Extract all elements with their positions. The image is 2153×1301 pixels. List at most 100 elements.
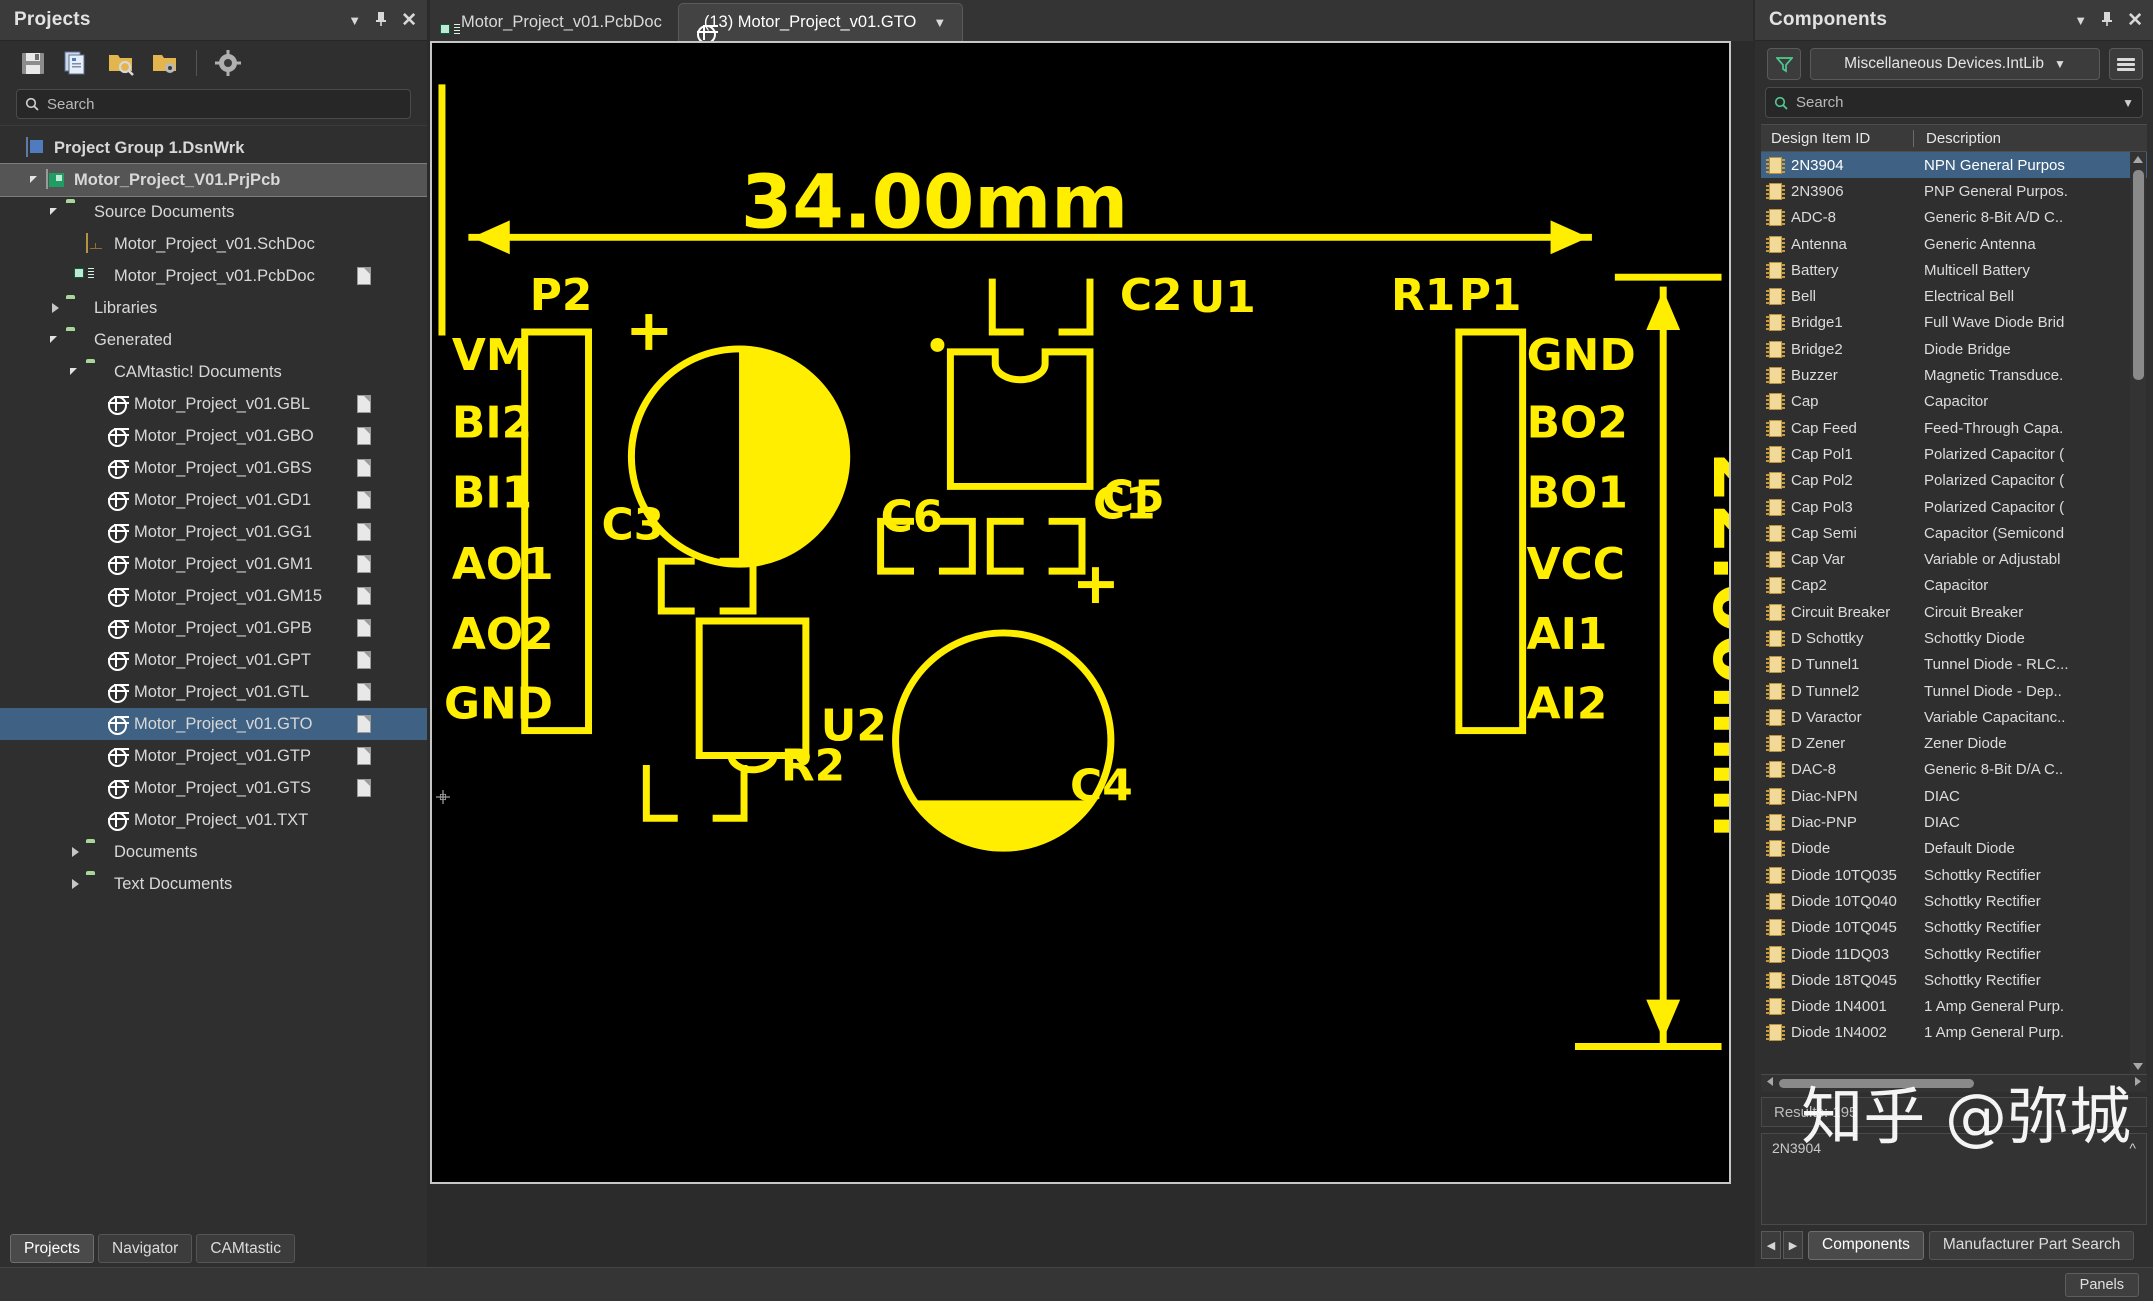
close-icon[interactable]: ✕ [401,11,417,30]
tree-item[interactable]: Motor_Project_v01.SchDoc [0,228,427,260]
components-horizontal-scrollbar[interactable] [1761,1075,2147,1092]
close-icon[interactable]: ✕ [2127,11,2143,30]
tree-item[interactable]: Motor_Project_v01.GBS [0,452,427,484]
tree-item[interactable]: Motor_Project_v01.GTL [0,676,427,708]
table-row[interactable]: Diode Default Diode [1761,836,2147,862]
table-row[interactable]: Battery Multicell Battery [1761,257,2147,283]
chevron-down-icon[interactable]: ▼ [348,14,361,27]
expand-toggle-icon[interactable] [48,204,64,220]
tree-item[interactable]: Motor_Project_v01.GTS [0,772,427,804]
scroll-down-arrow[interactable] [2130,1059,2146,1074]
column-header-description[interactable]: Description [1914,130,2001,147]
panels-button[interactable]: Panels [2064,1272,2139,1297]
library-selector[interactable]: Miscellaneous Devices.IntLib ▼ [1810,48,2100,80]
tree-item[interactable]: Motor_Project_v01.GBL [0,388,427,420]
scrollbar-thumb[interactable] [2133,170,2144,380]
table-row[interactable]: Diode 18TQ045 Schottky Rectifier [1761,967,2147,993]
table-row[interactable]: D Schottky Schottky Diode [1761,625,2147,651]
chevron-up-icon[interactable]: ^ [2129,1140,2136,1156]
table-row[interactable]: Diode 10TQ035 Schottky Rectifier [1761,862,2147,888]
table-row[interactable]: Cap Semi Capacitor (Semicond [1761,520,2147,546]
expand-toggle-icon[interactable] [68,876,84,892]
tree-item[interactable]: Motor_Project_v01.GTP [0,740,427,772]
hamburger-icon[interactable] [2109,48,2143,80]
save-icon[interactable] [18,48,48,78]
projects-bottom-tabs[interactable]: Projects Navigator CAMtastic [0,1227,427,1267]
hscrollbar-thumb[interactable] [1779,1079,1974,1088]
expand-toggle-icon[interactable] [28,172,44,188]
document-tab[interactable]: Motor_Project_v01.PcbDoc [436,3,678,41]
panel-tab-projects[interactable]: Projects [10,1234,94,1263]
tree-item[interactable]: Libraries [0,292,427,324]
document-tab-strip[interactable]: Motor_Project_v01.PcbDoc (13) Motor_Proje… [430,0,1753,41]
panel-tab-navigator[interactable]: Navigator [98,1234,193,1263]
column-header-design-item-id[interactable]: Design Item ID [1761,130,1913,147]
table-row[interactable]: Cap Pol3 Polarized Capacitor ( [1761,494,2147,520]
table-row[interactable]: Bell Electrical Bell [1761,283,2147,309]
expand-toggle-icon[interactable] [48,300,64,316]
components-search-box[interactable]: ▼ [1765,87,2143,118]
chevron-down-icon[interactable]: ▼ [933,15,946,30]
documents-icon[interactable] [62,48,92,78]
tab-components[interactable]: Components [1808,1230,1924,1260]
tree-item[interactable]: CAMtastic! Documents [0,356,427,388]
tree-item[interactable]: Motor_Project_v01.GPB [0,612,427,644]
tree-item[interactable]: Motor_Project_v01.GM15 [0,580,427,612]
table-row[interactable]: Diode 1N4001 1 Amp General Purp. [1761,994,2147,1020]
panel-nav-arrows[interactable]: ◀ ▶ [1761,1231,1803,1259]
project-tree[interactable]: Project Group 1.DsnWrk Motor_Project_V01.… [0,125,427,1227]
funnel-icon[interactable] [1767,48,1801,80]
tree-item[interactable]: Source Documents [0,196,427,228]
tree-item[interactable]: Motor_Project_v01.GPT [0,644,427,676]
tab-manufacturer-part-search[interactable]: Manufacturer Part Search [1928,1230,2135,1260]
table-row[interactable]: D Tunnel2 Tunnel Diode - Dep.. [1761,678,2147,704]
pin-icon[interactable] [2100,11,2114,30]
tree-item[interactable]: Motor_Project_v01.GM1 [0,548,427,580]
table-row[interactable]: D Varactor Variable Capacitanc.. [1761,704,2147,730]
table-row[interactable]: Buzzer Magnetic Transduce. [1761,362,2147,388]
tree-item[interactable]: Motor_Project_v01.GD1 [0,484,427,516]
cam-editor-canvas[interactable]: 34.00mm 22.00mm P2 C2 U1 R1 P1 VM BI2 BI… [430,41,1731,1184]
table-row[interactable]: Cap Pol1 Polarized Capacitor ( [1761,441,2147,467]
table-row[interactable]: Diode 11DQ03 Schottky Rectifier [1761,941,2147,967]
table-row[interactable]: ADC-8 Generic 8-Bit A/D C.. [1761,205,2147,231]
expand-toggle-icon[interactable] [48,332,64,348]
table-row[interactable]: Cap Capacitor [1761,389,2147,415]
table-row[interactable]: DAC-8 Generic 8-Bit D/A C.. [1761,757,2147,783]
tree-item[interactable]: Project Group 1.DsnWrk [0,132,427,164]
scroll-up-arrow[interactable] [2130,152,2146,167]
chevron-down-icon[interactable]: ▼ [2122,96,2134,110]
scroll-right-arrow[interactable] [2132,1075,2145,1093]
tree-item[interactable]: Motor_Project_v01.PcbDoc [0,260,427,292]
table-row[interactable]: Bridge2 Diode Bridge [1761,336,2147,362]
table-row[interactable]: Cap Pol2 Polarized Capacitor ( [1761,468,2147,494]
table-row[interactable]: Circuit Breaker Circuit Breaker [1761,599,2147,625]
table-row[interactable]: Diac-NPN DIAC [1761,783,2147,809]
tree-item[interactable]: Documents [0,836,427,868]
table-row[interactable]: D Tunnel1 Tunnel Diode - RLC... [1761,652,2147,678]
table-row[interactable]: D Zener Zener Diode [1761,731,2147,757]
open-folder-search-icon[interactable] [106,48,136,78]
table-row[interactable]: Cap Feed Feed-Through Capa. [1761,415,2147,441]
tree-item[interactable]: Motor_Project_v01.GTO [0,708,427,740]
table-row[interactable]: Antenna Generic Antenna [1761,231,2147,257]
nav-prev-icon[interactable]: ◀ [1761,1231,1781,1259]
table-row[interactable]: Diac-PNP DIAC [1761,809,2147,835]
tree-item[interactable]: Motor_Project_v01.TXT [0,804,427,836]
table-row[interactable]: Cap2 Capacitor [1761,573,2147,599]
folder-settings-icon[interactable] [150,48,180,78]
search-input[interactable] [47,95,402,113]
tree-item[interactable]: Motor_Project_v01.GBO [0,420,427,452]
tree-item[interactable]: Generated [0,324,427,356]
tree-item[interactable]: Motor_Project_V01.PrjPcb [0,163,427,197]
scroll-left-arrow[interactable] [1763,1075,1776,1093]
table-row[interactable]: Cap Var Variable or Adjustabl [1761,546,2147,572]
panel-tab-camtastic[interactable]: CAMtastic [196,1234,295,1263]
gear-icon[interactable] [213,48,243,78]
tree-item[interactable]: Text Documents [0,868,427,900]
tree-item[interactable]: Motor_Project_v01.GG1 [0,516,427,548]
expand-toggle-icon[interactable] [68,844,84,860]
nav-next-icon[interactable]: ▶ [1783,1231,1803,1259]
table-row[interactable]: Bridge1 Full Wave Diode Brid [1761,310,2147,336]
table-row[interactable]: Diode 1N4002 1 Amp General Purp. [1761,1020,2147,1046]
